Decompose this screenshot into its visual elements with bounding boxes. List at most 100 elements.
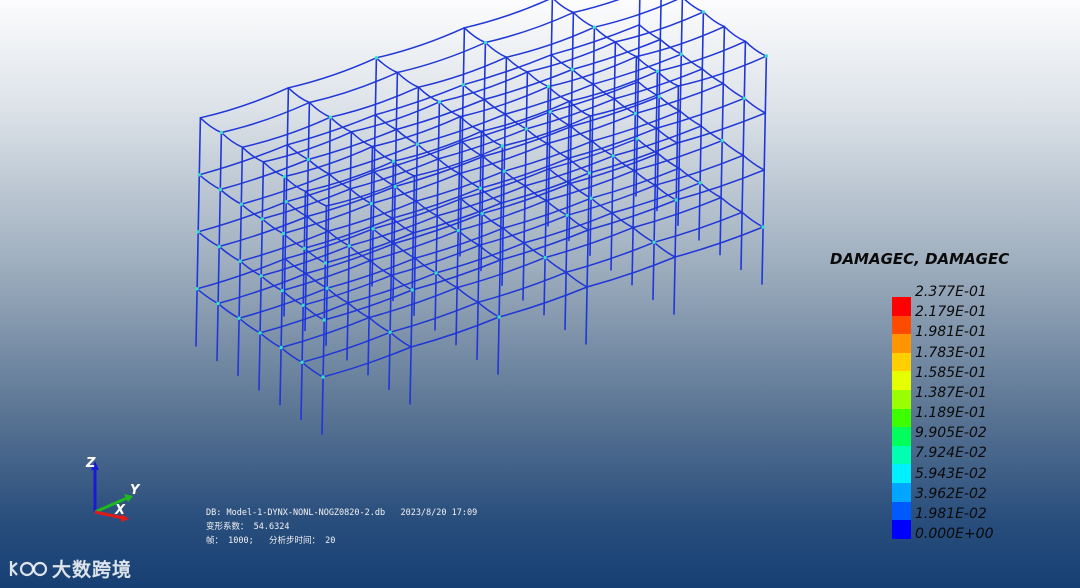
damage-hotspot bbox=[260, 217, 264, 221]
legend-tick-label: 3.962E-02 bbox=[915, 485, 987, 502]
frame-member bbox=[262, 131, 353, 163]
legend-band bbox=[892, 371, 911, 391]
info-db-line: DB: Model-1-DYNX-NONL-NOGZ0820-2.db 2023… bbox=[206, 508, 478, 518]
damage-hotspot bbox=[280, 288, 284, 293]
frame-member bbox=[283, 145, 374, 178]
damage-hotspot bbox=[306, 157, 310, 162]
legend-color-bar bbox=[892, 297, 911, 539]
frame-member bbox=[722, 82, 746, 100]
damage-hotspot bbox=[679, 52, 683, 56]
frame-member bbox=[477, 301, 500, 318]
frame-member bbox=[350, 101, 441, 133]
z-axis-label: Z bbox=[85, 456, 96, 471]
frame-member bbox=[742, 154, 765, 171]
damage-hotspot bbox=[238, 259, 242, 263]
legend-tick-label: 1.387E-01 bbox=[915, 384, 987, 401]
frame-member bbox=[198, 174, 222, 191]
frame-member bbox=[553, 0, 575, 14]
damage-hotspot bbox=[546, 84, 551, 89]
damage-hotspot bbox=[500, 144, 505, 148]
frame-member bbox=[197, 231, 220, 248]
frame-member bbox=[396, 71, 420, 88]
legend-tick-label: 2.179E-01 bbox=[915, 304, 987, 321]
frame-member bbox=[238, 317, 261, 334]
legend-band bbox=[892, 334, 911, 353]
frame-member bbox=[308, 101, 332, 118]
frame-member bbox=[721, 139, 744, 157]
damage-hotspot bbox=[302, 246, 306, 250]
damage-hotspot bbox=[657, 94, 661, 99]
watermark-logo-icon bbox=[9, 560, 48, 576]
frame-member bbox=[720, 196, 743, 214]
legend-tick-label: 1.981E-02 bbox=[915, 505, 987, 522]
damage-hotspot bbox=[456, 228, 460, 233]
frame-member bbox=[526, 41, 617, 73]
legend-tick-label: 7.924E-02 bbox=[915, 445, 987, 462]
legend-title: DAMAGEC, DAMAGEC bbox=[830, 250, 1010, 268]
frame-member bbox=[743, 97, 767, 114]
frame-member bbox=[287, 87, 311, 104]
frame-member bbox=[593, 0, 678, 28]
damage-hotspot bbox=[374, 56, 379, 60]
damage-hotspot bbox=[543, 255, 547, 260]
damage-hotspot bbox=[497, 315, 501, 319]
legend-band bbox=[892, 427, 911, 446]
legend-band bbox=[892, 445, 911, 465]
x-axis-label: X bbox=[114, 503, 126, 518]
damage-hotspot bbox=[300, 360, 304, 364]
damage-hotspot bbox=[323, 261, 327, 265]
frame-member bbox=[684, 0, 705, 13]
info-scale-line: 变形系数： 54.6324 bbox=[206, 522, 290, 532]
legend-tick-label: 9.905E-02 bbox=[915, 425, 987, 442]
frame-member bbox=[329, 86, 420, 118]
frame-member bbox=[677, 55, 768, 87]
info-frame-line: 帧： 1000; 分析步时间： 20 bbox=[206, 536, 336, 546]
damage-hotspot bbox=[698, 181, 702, 185]
damage-hotspot bbox=[437, 100, 442, 104]
damage-hotspot bbox=[548, 110, 552, 114]
frame-member bbox=[389, 331, 412, 348]
damage-hotspot bbox=[195, 287, 199, 291]
frame-member bbox=[217, 302, 240, 319]
frame-member bbox=[632, 226, 655, 244]
axis-triad: Z Y X bbox=[85, 456, 141, 522]
legend-band bbox=[892, 315, 911, 335]
damage-hotspot bbox=[258, 331, 262, 335]
legend-tick-label: 2.377E-01 bbox=[915, 284, 987, 300]
frame-member bbox=[505, 26, 596, 58]
frame-member bbox=[614, 11, 705, 43]
damage-hotspot bbox=[281, 231, 285, 236]
legend-tick-label: 1.981E-01 bbox=[915, 324, 987, 341]
damage-hotspot bbox=[196, 230, 200, 234]
legend-band bbox=[892, 408, 911, 428]
frame-member bbox=[375, 57, 399, 74]
damage-hotspot bbox=[461, 83, 465, 87]
frame-member bbox=[653, 241, 676, 258]
structural-frame-model bbox=[195, 0, 768, 435]
damage-hotspot bbox=[391, 159, 396, 163]
damage-hotspot bbox=[635, 137, 639, 141]
legend-tick-label: 0.000E+00 bbox=[915, 526, 994, 542]
legend-tick-label: 1.783E-01 bbox=[915, 344, 987, 361]
frame-member bbox=[484, 41, 508, 58]
frame-member bbox=[219, 188, 243, 205]
damage-hotspot bbox=[589, 196, 593, 200]
frame-member bbox=[459, 85, 550, 118]
frame-member bbox=[702, 11, 726, 28]
frame-member bbox=[544, 256, 567, 274]
damage-hotspot bbox=[284, 200, 288, 204]
frame-member bbox=[723, 25, 747, 43]
damage-hotspot bbox=[478, 186, 482, 190]
damage-hotspot bbox=[218, 187, 222, 192]
frame-member bbox=[744, 40, 768, 57]
y-axis-label: Y bbox=[130, 483, 141, 498]
damage-hotspot bbox=[701, 10, 706, 14]
frame-member bbox=[656, 0, 662, 212]
frame-member bbox=[456, 286, 479, 304]
frame-member bbox=[635, 0, 641, 197]
frame-member bbox=[375, 27, 466, 59]
damage-hotspot bbox=[301, 303, 305, 307]
damage-hotspot bbox=[720, 138, 724, 143]
frame-member bbox=[280, 346, 303, 364]
damage-hotspot bbox=[325, 286, 329, 290]
